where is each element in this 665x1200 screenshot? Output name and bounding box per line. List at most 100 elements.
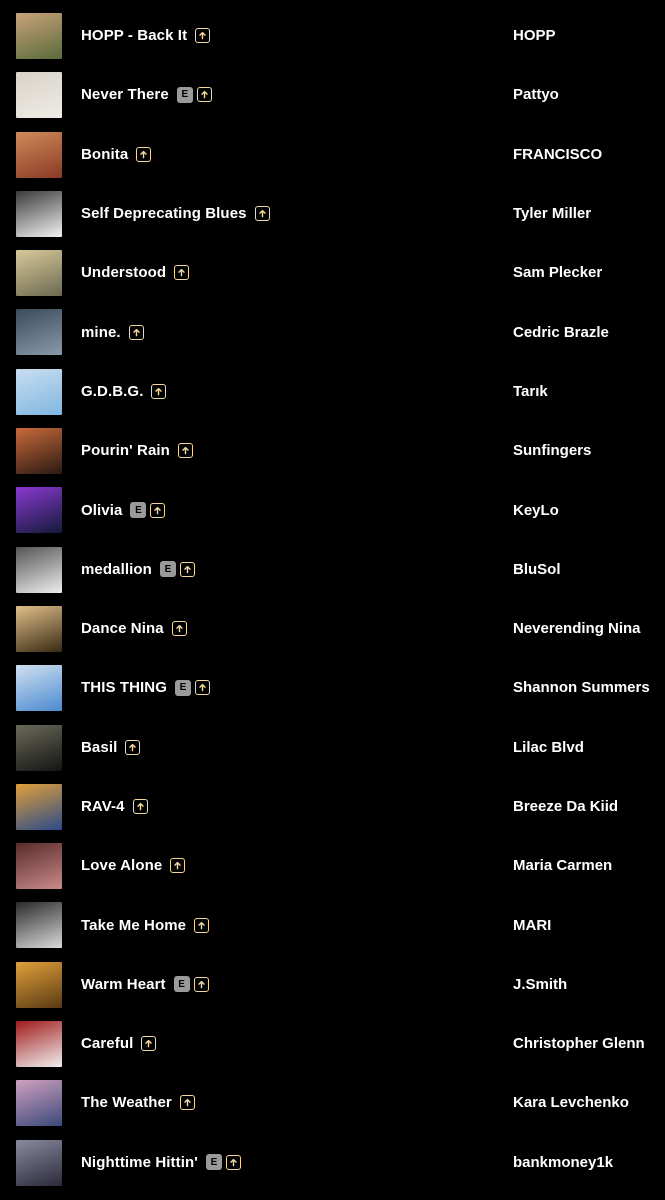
boost-arrow-icon[interactable]: [194, 917, 210, 933]
track-row[interactable]: Self Deprecating Blues Tyler Miller: [0, 184, 665, 243]
track-title[interactable]: HOPP - Back It: [81, 27, 187, 44]
track-row[interactable]: Nighttime Hittin' Ebankmoney1k: [0, 1133, 665, 1192]
boost-arrow-icon[interactable]: [136, 146, 152, 162]
track-title[interactable]: Understood: [81, 264, 166, 281]
track-row[interactable]: Pourin' Rain Sunfingers: [0, 421, 665, 480]
track-row[interactable]: The Weather Kara Levchenko: [0, 1073, 665, 1132]
artist-name[interactable]: KeyLo: [513, 480, 559, 539]
track-row[interactable]: THIS THING E Shannon Summers: [0, 658, 665, 717]
artist-name[interactable]: Lilac Blvd: [513, 718, 584, 777]
track-row[interactable]: RAV-4 Breeze Da Kiid: [0, 777, 665, 836]
boost-arrow-icon[interactable]: [196, 87, 212, 103]
boost-arrow-icon[interactable]: [254, 206, 270, 222]
album-artwork[interactable]: [16, 250, 62, 297]
boost-arrow-icon[interactable]: [174, 265, 190, 281]
track-row[interactable]: Basil Lilac Blvd: [0, 718, 665, 777]
artist-name[interactable]: Sunfingers: [513, 421, 591, 480]
track-row[interactable]: Olivia E KeyLo: [0, 480, 665, 539]
album-artwork[interactable]: [16, 368, 62, 415]
album-artwork[interactable]: [16, 131, 62, 178]
album-artwork[interactable]: [16, 1021, 62, 1068]
boost-arrow-icon[interactable]: [195, 680, 210, 696]
album-artwork[interactable]: [16, 309, 62, 356]
boost-arrow-icon[interactable]: [132, 799, 148, 814]
track-row[interactable]: Love Alone Maria Carmen: [0, 836, 665, 895]
track-row[interactable]: HOPP - Back It HOPP: [0, 6, 665, 65]
boost-arrow-icon[interactable]: [128, 324, 144, 340]
track-title[interactable]: Never There: [81, 86, 169, 103]
album-artwork[interactable]: [16, 428, 62, 475]
album-artwork[interactable]: [16, 783, 62, 830]
track-row[interactable]: Careful Christopher Glenn: [0, 1014, 665, 1073]
artist-name[interactable]: Breeze Da Kiid: [513, 777, 618, 836]
track-row[interactable]: medallion E BluSol: [0, 540, 665, 599]
boost-arrow-icon[interactable]: [177, 443, 193, 459]
album-artwork[interactable]: [16, 13, 62, 59]
track-title[interactable]: medallion: [81, 561, 152, 578]
track-row[interactable]: mine. Cedric Brazle: [0, 302, 665, 361]
track-title[interactable]: Warm Heart: [81, 976, 166, 993]
track-title[interactable]: Olivia: [81, 502, 122, 519]
artist-name[interactable]: Shannon Summers: [513, 658, 650, 717]
artist-name[interactable]: Tarık: [513, 362, 548, 421]
track-title[interactable]: Bonita: [81, 146, 128, 163]
boost-arrow-icon[interactable]: [179, 561, 195, 577]
boost-arrow-icon[interactable]: [150, 502, 166, 518]
album-artwork[interactable]: [16, 665, 62, 712]
track-title[interactable]: Basil: [81, 739, 117, 756]
boost-arrow-icon[interactable]: [170, 858, 186, 874]
album-artwork[interactable]: [16, 902, 62, 949]
artist-name[interactable]: J.Smith: [513, 955, 567, 1014]
track-row[interactable]: Understood Sam Plecker: [0, 243, 665, 302]
album-artwork[interactable]: [16, 1139, 62, 1186]
track-title[interactable]: G.D.B.G.: [81, 383, 143, 400]
artist-name[interactable]: HOPP: [513, 6, 556, 65]
track-row[interactable]: Never There E Pattyo: [0, 65, 665, 124]
track-title[interactable]: Self Deprecating Blues: [81, 205, 247, 222]
boost-arrow-icon[interactable]: [193, 976, 209, 992]
track-title[interactable]: The Weather: [81, 1094, 172, 1111]
boost-arrow-icon[interactable]: [225, 1154, 241, 1170]
album-artwork[interactable]: [16, 190, 62, 237]
artist-name[interactable]: Tyler Miller: [513, 184, 591, 243]
album-artwork[interactable]: [16, 605, 62, 652]
artist-name[interactable]: BluSol: [513, 540, 561, 599]
artist-name[interactable]: MARI: [513, 895, 551, 954]
boost-arrow-icon[interactable]: [141, 1036, 157, 1052]
artist-name[interactable]: FRANCISCO: [513, 125, 602, 184]
boost-arrow-icon[interactable]: [151, 383, 167, 399]
album-artwork[interactable]: [16, 72, 62, 119]
track-title[interactable]: Nighttime Hittin': [81, 1154, 198, 1171]
track-title[interactable]: RAV-4: [81, 798, 125, 815]
boost-arrow-icon[interactable]: [171, 621, 187, 637]
track-title[interactable]: Careful: [81, 1035, 133, 1052]
boost-arrow-icon[interactable]: [195, 28, 211, 44]
album-artwork[interactable]: [16, 724, 62, 771]
track-row[interactable]: G.D.B.G. Tarık: [0, 362, 665, 421]
artist-name[interactable]: Maria Carmen: [513, 836, 612, 895]
track-row[interactable]: Warm Heart E J.Smith: [0, 955, 665, 1014]
artist-name[interactable]: Pattyo: [513, 65, 559, 124]
track-title[interactable]: THIS THING: [81, 679, 167, 696]
album-artwork[interactable]: [16, 546, 62, 593]
artist-name[interactable]: Cedric Brazle: [513, 302, 609, 361]
track-title[interactable]: Take Me Home: [81, 917, 186, 934]
track-title[interactable]: Dance Nina: [81, 620, 164, 637]
album-artwork[interactable]: [16, 961, 62, 1008]
album-artwork[interactable]: [16, 843, 62, 890]
album-artwork[interactable]: [16, 1080, 62, 1127]
track-title[interactable]: Love Alone: [81, 857, 162, 874]
track-title[interactable]: mine.: [81, 324, 121, 341]
artist-name[interactable]: Sam Plecker: [513, 243, 602, 302]
artist-name[interactable]: bankmoney1k: [513, 1133, 613, 1192]
track-row[interactable]: Dance Nina Neverending Nina: [0, 599, 665, 658]
artist-name[interactable]: Neverending Nina: [513, 599, 641, 658]
artist-name[interactable]: Kara Levchenko: [513, 1073, 629, 1132]
track-row[interactable]: Take Me Home MARI: [0, 895, 665, 954]
album-artwork[interactable]: [16, 487, 62, 534]
track-row[interactable]: Bonita FRANCISCO: [0, 125, 665, 184]
boost-arrow-icon[interactable]: [179, 1095, 195, 1111]
boost-arrow-icon[interactable]: [125, 739, 141, 755]
artist-name[interactable]: Christopher Glenn: [513, 1014, 645, 1073]
track-title[interactable]: Pourin' Rain: [81, 442, 170, 459]
